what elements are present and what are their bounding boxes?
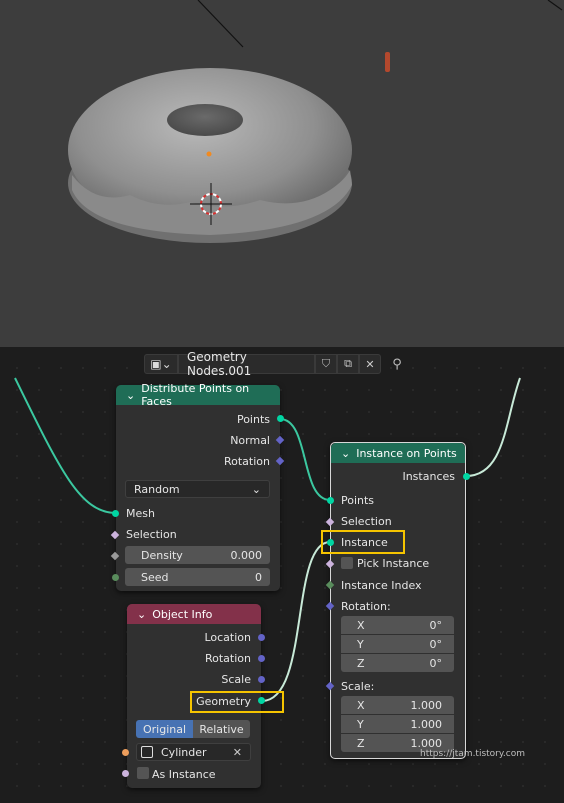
tab-relative[interactable]: Relative bbox=[193, 720, 250, 738]
instance-highlight-box bbox=[321, 530, 405, 554]
pick-instance-checkbox[interactable] bbox=[341, 557, 353, 569]
instance-index-label: Instance Index bbox=[341, 578, 422, 592]
node-title: Object Info bbox=[152, 607, 213, 621]
rotation-label: Rotation: bbox=[341, 599, 391, 613]
viewport-edge-line bbox=[547, 0, 563, 11]
node-title: Instance on Points bbox=[356, 446, 457, 460]
rotation-z-axis: Z bbox=[357, 656, 365, 670]
rotation-z-field[interactable]: Z 0° bbox=[341, 654, 454, 672]
scale-label: Scale: bbox=[341, 679, 375, 693]
pin-icon: ⚲ bbox=[392, 356, 402, 372]
output-rotation-socket[interactable] bbox=[258, 655, 265, 662]
pin-button[interactable]: ⚲ bbox=[381, 354, 413, 374]
density-label: Density bbox=[141, 548, 183, 562]
node-tree-name: Geometry Nodes.001 bbox=[187, 350, 252, 378]
node-tree-name-field[interactable]: Geometry Nodes.001 bbox=[178, 350, 315, 378]
output-rotation-label: Rotation bbox=[223, 454, 270, 468]
rotation-x-field[interactable]: X 0° bbox=[341, 616, 454, 634]
scale-y-value: 1.000 bbox=[410, 717, 443, 731]
tab-original-label: Original bbox=[142, 722, 187, 736]
output-location-socket[interactable] bbox=[258, 634, 265, 641]
node-header[interactable]: ⌄ Instance on Points bbox=[331, 443, 465, 463]
chevron-down-icon: ⌄ bbox=[251, 482, 261, 496]
scale-z-axis: Z bbox=[357, 736, 365, 750]
node-tree-browse-button[interactable]: ▣⌄ bbox=[144, 354, 178, 374]
node-header[interactable]: ⌄ Distribute Points on Faces bbox=[116, 382, 280, 408]
rotation-y-field[interactable]: Y 0° bbox=[341, 635, 454, 653]
viewport-edge-line bbox=[197, 0, 244, 48]
distribute-mode-dropdown[interactable]: Random ⌄ bbox=[125, 480, 270, 498]
rotation-x-axis: X bbox=[357, 618, 365, 632]
seed-field[interactable]: Seed 0 bbox=[125, 568, 270, 586]
viewport-scene bbox=[68, 0, 563, 243]
input-object-socket[interactable] bbox=[122, 749, 129, 756]
rotation-x-value: 0° bbox=[429, 618, 443, 632]
density-value: 0.000 bbox=[230, 548, 263, 562]
seed-label: Seed bbox=[141, 570, 169, 584]
seed-value: 0 bbox=[255, 570, 262, 584]
node-title: Distribute Points on Faces bbox=[141, 382, 250, 408]
geometry-highlight-box bbox=[190, 691, 284, 713]
output-normal-label: Normal bbox=[230, 433, 270, 447]
pick-instance-label: Pick Instance bbox=[357, 556, 430, 570]
shield-icon: ⛉ bbox=[321, 357, 331, 370]
output-location-label: Location bbox=[204, 630, 251, 644]
output-points-label: Points bbox=[236, 412, 270, 426]
object-name: Cylinder bbox=[161, 745, 207, 759]
input-selection-label: Selection bbox=[126, 527, 177, 541]
chevron-down-icon[interactable]: ⌄ bbox=[137, 608, 146, 621]
input-points-socket[interactable] bbox=[327, 497, 334, 504]
input-mesh-socket[interactable] bbox=[112, 510, 119, 517]
scale-y-field[interactable]: Y 1.000 bbox=[341, 715, 454, 733]
light-object[interactable] bbox=[385, 52, 390, 72]
duplicate-button[interactable]: ⧉ bbox=[337, 354, 359, 374]
mesh-object-icon bbox=[141, 746, 153, 758]
object-selector-field[interactable]: Cylinder ✕ bbox=[136, 743, 251, 761]
chevron-down-icon[interactable]: ⌄ bbox=[126, 389, 135, 402]
scale-x-value: 1.000 bbox=[410, 698, 443, 712]
as-instance-label: As Instance bbox=[152, 767, 216, 781]
scale-x-field[interactable]: X 1.000 bbox=[341, 696, 454, 714]
output-instances-label: Instances bbox=[402, 469, 455, 483]
distribute-mode-value: Random bbox=[134, 482, 180, 496]
as-instance-checkbox[interactable] bbox=[137, 767, 149, 779]
scale-x-axis: X bbox=[357, 698, 365, 712]
input-seed-socket[interactable] bbox=[112, 574, 119, 581]
scale-y-axis: Y bbox=[357, 717, 364, 731]
fake-user-button[interactable]: ⛉ bbox=[315, 354, 337, 374]
chevron-down-icon[interactable]: ⌄ bbox=[341, 447, 350, 460]
rotation-y-axis: Y bbox=[357, 637, 364, 651]
density-field[interactable]: Density 0.000 bbox=[125, 546, 270, 564]
output-scale-label: Scale bbox=[221, 672, 251, 686]
3d-viewport[interactable] bbox=[0, 0, 564, 347]
node-tree-icon: ▣⌄ bbox=[150, 357, 172, 371]
tab-relative-label: Relative bbox=[199, 722, 244, 736]
rotation-y-value: 0° bbox=[429, 637, 443, 651]
origin-dot bbox=[206, 151, 212, 157]
copy-icon: ⧉ bbox=[344, 357, 352, 370]
node-header[interactable]: ⌄ Object Info bbox=[127, 604, 261, 624]
output-rotation-label: Rotation bbox=[204, 651, 251, 665]
close-icon: ✕ bbox=[365, 357, 375, 371]
output-scale-socket[interactable] bbox=[258, 676, 265, 683]
rotation-z-value: 0° bbox=[429, 656, 443, 670]
output-instances-socket[interactable] bbox=[463, 473, 470, 480]
input-mesh-label: Mesh bbox=[126, 506, 155, 520]
watermark: https://jtam.tistory.com bbox=[420, 749, 526, 759]
input-points-label: Points bbox=[341, 493, 375, 507]
input-as-instance-socket[interactable] bbox=[122, 770, 129, 777]
node-editor-header: ▣⌄ Geometry Nodes.001 ⛉ ⧉ ✕ ⚲ bbox=[144, 350, 413, 378]
clear-object-icon[interactable]: ✕ bbox=[233, 746, 242, 759]
unlink-button[interactable]: ✕ bbox=[359, 354, 381, 374]
input-selection-label: Selection bbox=[341, 514, 392, 528]
tab-original[interactable]: Original bbox=[136, 720, 193, 738]
output-points-socket[interactable] bbox=[277, 415, 284, 422]
